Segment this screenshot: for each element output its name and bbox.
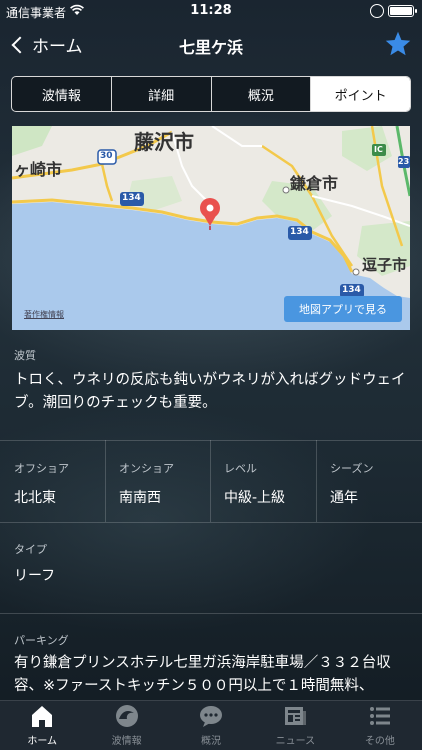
tabbar-overview-label: 概況 <box>201 736 222 747</box>
level-label: レベル <box>224 462 257 475</box>
tabbar-news-label: ニュース <box>275 736 316 747</box>
tab-overview[interactable]: 概況 <box>212 77 312 111</box>
grid-divider <box>210 440 211 522</box>
divider <box>0 613 422 614</box>
type-value: リーフ <box>14 568 56 584</box>
chat-bubble-icon <box>200 706 223 727</box>
map-route-30: 30 <box>100 151 113 161</box>
divider <box>0 522 422 523</box>
tabbar-overview[interactable]: 概況 <box>169 701 253 750</box>
tab-point[interactable]: ポイント <box>311 77 410 111</box>
offshore-label: オフショア <box>14 462 69 475</box>
tabbar-home[interactable]: ホーム <box>0 701 84 750</box>
parking-label: パーキング <box>14 634 69 647</box>
type-label: タイプ <box>14 543 47 556</box>
map-copyright-link[interactable]: 著作権情報 <box>24 309 64 320</box>
tab-wave-info[interactable]: 波情報 <box>12 77 112 111</box>
page-title: 七里ケ浜 <box>178 38 243 57</box>
onshore-value: 南南西 <box>119 490 161 506</box>
wave-quality-text: トロく、ウネリの反応も鈍いがウネリが入ればグッドウェイブ。潮回りのチェックも重要… <box>14 372 406 411</box>
navigation-bar: ホーム 七里ケ浜 <box>0 24 422 66</box>
map-label-zushi: 逗子市 <box>362 256 408 274</box>
tabbar-news[interactable]: ニュース <box>253 701 337 750</box>
season-label: シーズン <box>330 462 374 475</box>
charge-lock-icon <box>370 4 384 18</box>
battery-icon <box>388 5 417 17</box>
level-value: 中級-上級 <box>224 490 286 506</box>
map-route-134-a: 134 <box>122 193 141 203</box>
map-route-134-b: 134 <box>290 227 309 237</box>
map-label-fujisawa: 藤沢市 <box>134 130 194 154</box>
tab-bar: ホーム 波情報 概況 ニュース その他 <box>0 700 422 750</box>
map-label-kamakura: 鎌倉市 <box>290 174 339 193</box>
map-route-134-c: 134 <box>342 285 361 295</box>
divider <box>0 440 422 441</box>
offshore-value: 北北東 <box>14 490 56 506</box>
list-icon <box>369 707 390 725</box>
map-ic-marker: IC <box>374 145 383 154</box>
status-bar: 通信事業者 11:28 <box>0 0 422 24</box>
tabbar-other-label: その他 <box>364 736 395 747</box>
map-label-chigasaki: ヶ崎市 <box>14 160 63 179</box>
tabbar-wave-info[interactable]: 波情報 <box>84 701 168 750</box>
tabbar-home-label: ホーム <box>27 736 58 747</box>
tabbar-other[interactable]: その他 <box>338 701 422 750</box>
grid-divider <box>105 440 106 522</box>
newspaper-icon <box>285 707 307 725</box>
tabbar-wave-label: 波情報 <box>111 736 142 747</box>
grid-divider <box>316 440 317 522</box>
open-map-app-button[interactable]: 地図アプリで見る <box>284 296 402 322</box>
home-icon <box>32 706 53 727</box>
star-icon[interactable] <box>384 30 412 58</box>
map-view[interactable]: 藤沢市 ヶ崎市 鎌倉市 逗子市 30 134 134 134 IC 23 著作権… <box>12 126 410 330</box>
segmented-tabs: 波情報 詳細 概況 ポイント <box>11 76 411 112</box>
status-time: 11:28 <box>190 3 232 18</box>
tab-details[interactable]: 詳細 <box>112 77 212 111</box>
wave-icon <box>115 705 138 727</box>
map-route-23: 23 <box>398 157 410 166</box>
wave-quality-label: 波質 <box>14 349 36 362</box>
onshore-label: オンショア <box>119 462 174 475</box>
season-value: 通年 <box>330 490 358 506</box>
parking-text: 有り鎌倉プリンスホテル七里ガ浜海岸駐車場／３３２台収容、※ファーストキッチン５０… <box>14 655 391 694</box>
